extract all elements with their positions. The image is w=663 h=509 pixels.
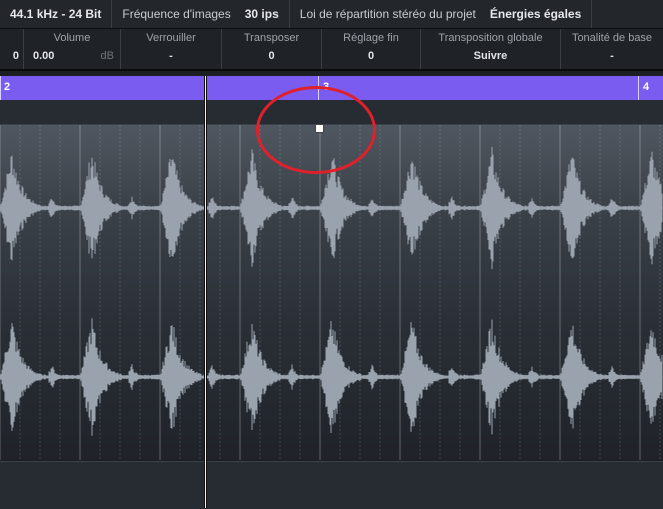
sample-rate-value: 44.1 kHz - 24 Bit — [10, 7, 102, 21]
ruler-bar-2: 2 — [4, 81, 11, 93]
volume-field[interactable]: Volume 0.00 dB — [24, 29, 121, 69]
ruler-tick — [638, 76, 639, 100]
frame-rate-value: 30 ips — [244, 7, 279, 21]
transpose-field[interactable]: Transposer 0 — [222, 29, 322, 69]
audio-event[interactable] — [0, 125, 663, 460]
volume-label: Volume — [53, 32, 91, 44]
ruler-bar-4: 4 — [643, 81, 650, 93]
lock-field[interactable]: Verrouiller - — [121, 29, 222, 69]
lock-label: Verrouiller — [146, 32, 196, 44]
pan-law-value: Énergies égales — [489, 7, 582, 21]
info-prev-value: 0 — [12, 50, 19, 62]
waveform-channel — [0, 318, 663, 436]
root-key-label: Tonalité de base — [571, 32, 653, 44]
root-key-field[interactable]: Tonalité de base - — [561, 29, 663, 69]
pan-law-readout[interactable]: Loi de répartition stéréo du projet Énerg… — [290, 0, 593, 28]
global-transpose-label: Transposition globale — [438, 32, 543, 44]
fine-tune-field[interactable]: Réglage fin 0 — [322, 29, 421, 69]
volume-unit: dB — [100, 50, 114, 62]
fine-tune-value: 0 — [367, 50, 375, 62]
stereo-waveform — [0, 125, 663, 460]
info-line: 0 Volume 0.00 dB Verrouiller - Transpose… — [0, 29, 663, 71]
transpose-value: 0 — [268, 50, 275, 62]
lock-value: - — [169, 50, 173, 62]
frame-rate-readout[interactable]: Fréquence d'images 30 ips — [112, 0, 290, 28]
info-prev-column[interactable]: 0 — [0, 29, 24, 69]
fine-tune-label: Réglage fin — [343, 32, 399, 44]
project-cursor[interactable] — [204, 76, 207, 508]
red-circle-annotation — [256, 86, 376, 174]
event-footer-lane — [0, 461, 663, 509]
root-key-value: - — [610, 50, 614, 62]
ruler-tick — [0, 76, 1, 100]
project-status-bar: 44.1 kHz - 24 Bit Fréquence d'images 30 i… — [0, 0, 663, 29]
sample-rate-readout[interactable]: 44.1 kHz - 24 Bit — [0, 0, 113, 28]
transpose-label: Transposer — [243, 32, 300, 44]
pan-law-label: Loi de répartition stéréo du projet — [299, 7, 476, 21]
frame-rate-label: Fréquence d'images — [122, 7, 231, 21]
global-transpose-field[interactable]: Transposition globale Suivre — [421, 29, 561, 69]
global-transpose-value: Suivre — [473, 50, 508, 62]
